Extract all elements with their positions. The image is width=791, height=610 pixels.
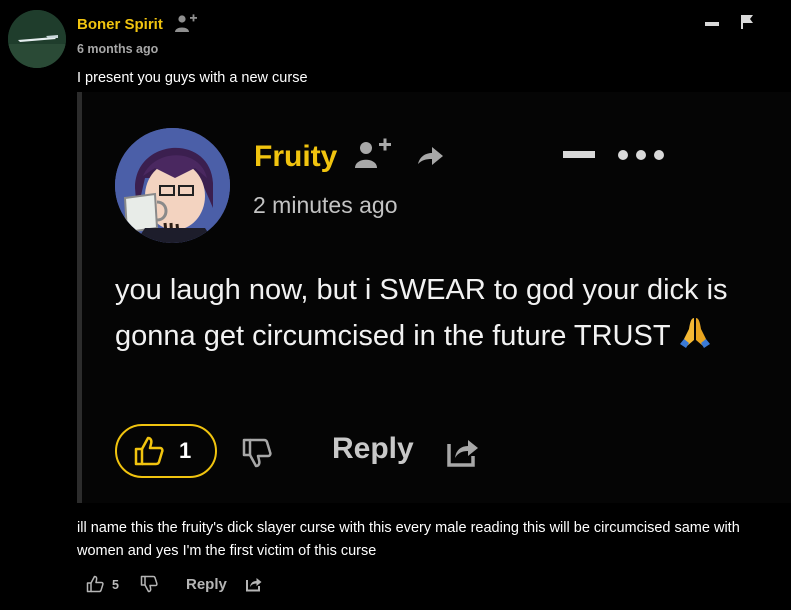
comment-intro-text: I present you guys with a new curse (77, 70, 308, 86)
flag-icon[interactable] (740, 14, 754, 30)
embedded-screenshot: Fruity 2 minutes ago you laugh now, but … (77, 92, 791, 503)
embedded-like-button: 1 (115, 424, 217, 478)
minus-icon (563, 151, 595, 158)
thumbs-down-icon (242, 438, 272, 468)
comment-body: ill name this the fruity's dick slayer c… (77, 520, 740, 559)
embedded-author-name: Fruity (254, 140, 338, 173)
comment-timestamp[interactable]: 6 months ago (77, 42, 158, 56)
thumbs-up-icon[interactable] (86, 575, 104, 593)
like-count: 5 (112, 578, 119, 592)
reply-button[interactable]: Reply (186, 576, 227, 593)
share-icon[interactable] (245, 576, 263, 592)
more-dots-icon (618, 150, 664, 160)
add-user-icon (355, 138, 391, 168)
thread-line (77, 92, 82, 503)
embedded-like-count: 1 (179, 438, 192, 463)
embedded-timestamp: 2 minutes ago (253, 192, 398, 218)
arrow-icon (418, 147, 443, 165)
author-name[interactable]: Boner Spirit (77, 16, 163, 33)
praying-hands-icon (680, 318, 711, 348)
thumbs-down-icon[interactable] (140, 575, 158, 593)
add-user-icon[interactable] (174, 12, 198, 34)
minus-icon[interactable] (705, 22, 719, 26)
share-icon (447, 440, 478, 467)
thumbs-up-icon (134, 436, 164, 466)
embedded-avatar (115, 128, 230, 243)
avatar[interactable] (8, 10, 66, 68)
embedded-comment-body: you laugh now, but i SWEAR to god your d… (115, 274, 728, 352)
embedded-reply-label: Reply (332, 432, 414, 465)
embedded-comment-text: you laugh now, but i SWEAR to god your d… (115, 267, 775, 359)
